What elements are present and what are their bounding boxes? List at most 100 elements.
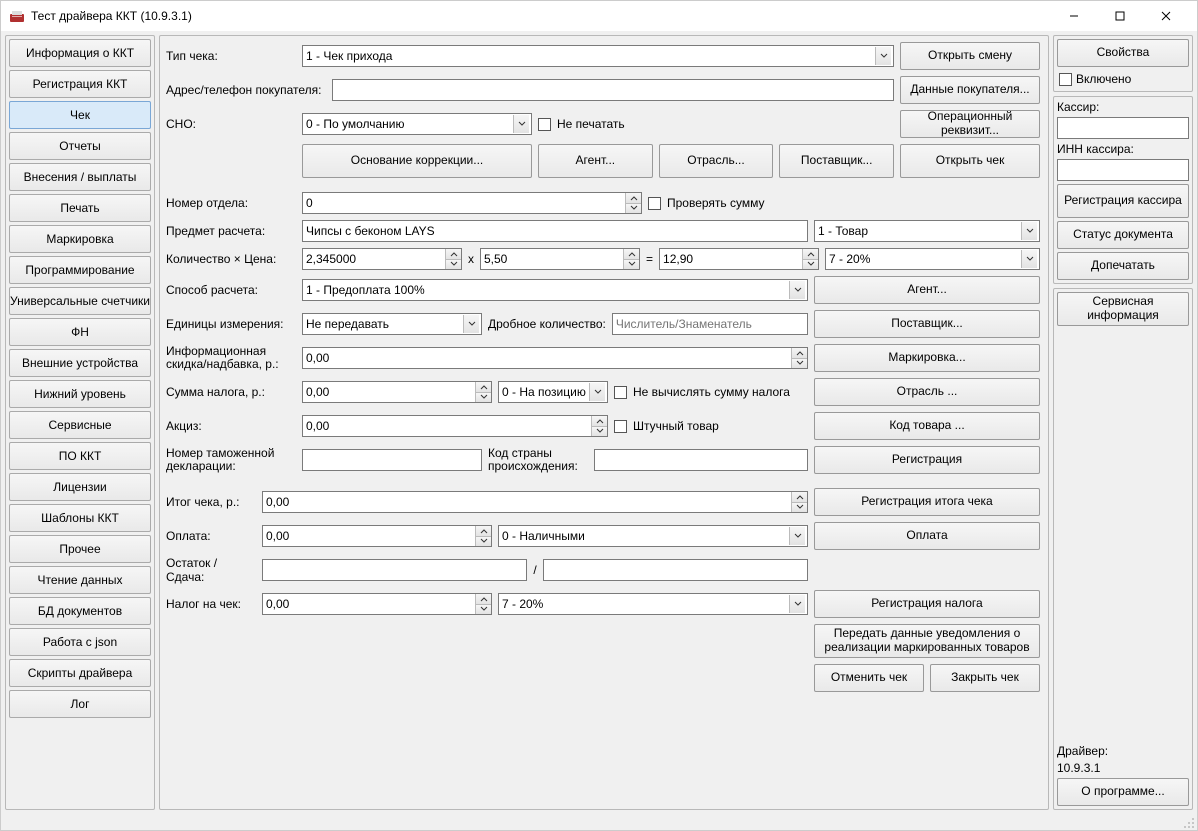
label-tax-sum: Сумма налога, р.: — [166, 385, 296, 399]
nav-counters[interactable]: Универсальные счетчики — [9, 287, 151, 315]
nav-json[interactable]: Работа с json — [9, 628, 151, 656]
reg-total-button[interactable]: Регистрация итога чека — [814, 488, 1040, 516]
remainder-input[interactable] — [262, 559, 527, 581]
nav-print[interactable]: Печать — [9, 194, 151, 222]
country-code-input[interactable] — [594, 449, 808, 471]
label-no-auto-tax: Не вычислять сумму налога — [633, 385, 790, 399]
correction-base-button[interactable]: Основание коррекции... — [302, 144, 532, 178]
send-notif-button[interactable]: Передать данные уведомления о реализации… — [814, 624, 1040, 658]
units-select[interactable]: Не передавать — [302, 313, 482, 335]
nav-low-level[interactable]: Нижний уровень — [9, 380, 151, 408]
sno-select[interactable]: 0 - По умолчанию — [302, 113, 532, 135]
supplier-button[interactable]: Поставщик... — [779, 144, 894, 178]
tax-pos-select[interactable]: 0 - На позицию — [498, 381, 608, 403]
nav-db-docs[interactable]: БД документов — [9, 597, 151, 625]
price-spin[interactable] — [480, 248, 640, 270]
label-remainder: Остаток / Сдача: — [166, 556, 256, 584]
doc-status-button[interactable]: Статус документа — [1057, 221, 1189, 249]
nav-deposits[interactable]: Внесения / выплаты — [9, 163, 151, 191]
nav-fn[interactable]: ФН — [9, 318, 151, 346]
oper-req-button[interactable]: Операционный реквизит... — [900, 110, 1040, 138]
agent-button[interactable]: Агент... — [538, 144, 653, 178]
total-spin[interactable] — [262, 491, 808, 513]
marking-button[interactable]: Маркировка... — [814, 344, 1040, 372]
agent2-button[interactable]: Агент... — [814, 276, 1040, 304]
close-button[interactable] — [1143, 1, 1189, 31]
qty-spin[interactable] — [302, 248, 462, 270]
no-print-checkbox[interactable] — [538, 118, 551, 131]
tax-on-receipt-spin[interactable] — [262, 593, 492, 615]
nav-scripts[interactable]: Скрипты драйвера — [9, 659, 151, 687]
main-panel: Тип чека: 1 - Чек прихода Открыть смену … — [159, 35, 1049, 810]
vat-select[interactable]: 7 - 20% — [825, 248, 1040, 270]
nav-read-data[interactable]: Чтение данных — [9, 566, 151, 594]
register-button[interactable]: Регистрация — [814, 446, 1040, 474]
piece-goods-checkbox[interactable] — [614, 420, 627, 433]
payment-spin[interactable] — [262, 525, 492, 547]
chevron-down-icon — [463, 315, 479, 333]
enabled-checkbox[interactable] — [1059, 73, 1072, 86]
driver-version: 10.9.3.1 — [1057, 761, 1189, 775]
service-info-button[interactable]: Сервисная информация — [1057, 292, 1189, 326]
nav-programming[interactable]: Программирование — [9, 256, 151, 284]
close-receipt-button[interactable]: Закрыть чек — [930, 664, 1040, 692]
industry-button[interactable]: Отрасль... — [659, 144, 774, 178]
decl-no-input[interactable] — [302, 449, 482, 471]
item-type-select[interactable]: 1 - Товар — [814, 220, 1040, 242]
frac-qty-input[interactable] — [612, 313, 808, 335]
reg-cashier-button[interactable]: Регистрация кассира — [1057, 184, 1189, 218]
maximize-button[interactable] — [1097, 1, 1143, 31]
nav-info-kkt[interactable]: Информация о ККТ — [9, 39, 151, 67]
label-qty-price: Количество × Цена: — [166, 252, 296, 266]
cancel-receipt-button[interactable]: Отменить чек — [814, 664, 924, 692]
sum-spin[interactable] — [659, 248, 819, 270]
nav-po-kkt[interactable]: ПО ККТ — [9, 442, 151, 470]
about-button[interactable]: О программе... — [1057, 778, 1189, 806]
no-auto-tax-checkbox[interactable] — [614, 386, 627, 399]
nav-log[interactable]: Лог — [9, 690, 151, 718]
nav-other[interactable]: Прочее — [9, 535, 151, 563]
open-shift-button[interactable]: Открыть смену — [900, 42, 1040, 70]
resize-grip-icon[interactable] — [1181, 815, 1195, 829]
tax-on-receipt-select[interactable]: 7 - 20% — [498, 593, 808, 615]
supplier2-button[interactable]: Поставщик... — [814, 310, 1040, 338]
open-receipt-button[interactable]: Открыть чек — [900, 144, 1040, 178]
nav-templates[interactable]: Шаблоны ККТ — [9, 504, 151, 532]
item-code-button[interactable]: Код товара ... — [814, 412, 1040, 440]
properties-button[interactable]: Свойства — [1057, 39, 1189, 67]
chevron-down-icon — [1021, 222, 1037, 240]
minimize-button[interactable] — [1051, 1, 1097, 31]
info-disc-spin[interactable] — [302, 347, 808, 369]
industry2-button[interactable]: Отрасль ... — [814, 378, 1040, 406]
payment-type-select[interactable]: 0 - Наличными — [498, 525, 808, 547]
nav-marking[interactable]: Маркировка — [9, 225, 151, 253]
buyer-address-input[interactable] — [332, 79, 894, 101]
reg-tax-button[interactable]: Регистрация налога — [814, 590, 1040, 618]
nav-service[interactable]: Сервисные — [9, 411, 151, 439]
receipt-type-select[interactable]: 1 - Чек прихода — [302, 45, 894, 67]
nav-ext-devices[interactable]: Внешние устройства — [9, 349, 151, 377]
cashier-input[interactable] — [1057, 117, 1189, 139]
item-name-input[interactable] — [302, 220, 808, 242]
payment-button[interactable]: Оплата — [814, 522, 1040, 550]
nav-licenses[interactable]: Лицензии — [9, 473, 151, 501]
label-buyer-addr: Адрес/телефон покупателя: — [166, 83, 326, 97]
cashier-inn-input[interactable] — [1057, 159, 1189, 181]
sidebar: Информация о ККТ Регистрация ККТ Чек Отч… — [5, 35, 155, 810]
change-input[interactable] — [543, 559, 808, 581]
label-no-print: Не печатать — [557, 117, 625, 131]
buyer-data-button[interactable]: Данные покупателя... — [900, 76, 1040, 104]
excise-spin[interactable] — [302, 415, 608, 437]
check-sum-checkbox[interactable] — [648, 197, 661, 210]
tax-sum-spin[interactable] — [302, 381, 492, 403]
nav-register-kkt[interactable]: Регистрация ККТ — [9, 70, 151, 98]
nav-reports[interactable]: Отчеты — [9, 132, 151, 160]
nav-receipt[interactable]: Чек — [9, 101, 151, 129]
label-calc-method: Способ расчета: — [166, 283, 296, 297]
titlebar: Тест драйвера ККТ (10.9.3.1) — [1, 1, 1197, 31]
chevron-down-icon — [1021, 250, 1037, 268]
reprint-button[interactable]: Допечатать — [1057, 252, 1189, 280]
calc-method-select[interactable]: 1 - Предоплата 100% — [302, 279, 808, 301]
dept-no-spin[interactable] — [302, 192, 642, 214]
right-column: Свойства Включено Кассир: ИНН кассира: Р… — [1053, 35, 1193, 810]
